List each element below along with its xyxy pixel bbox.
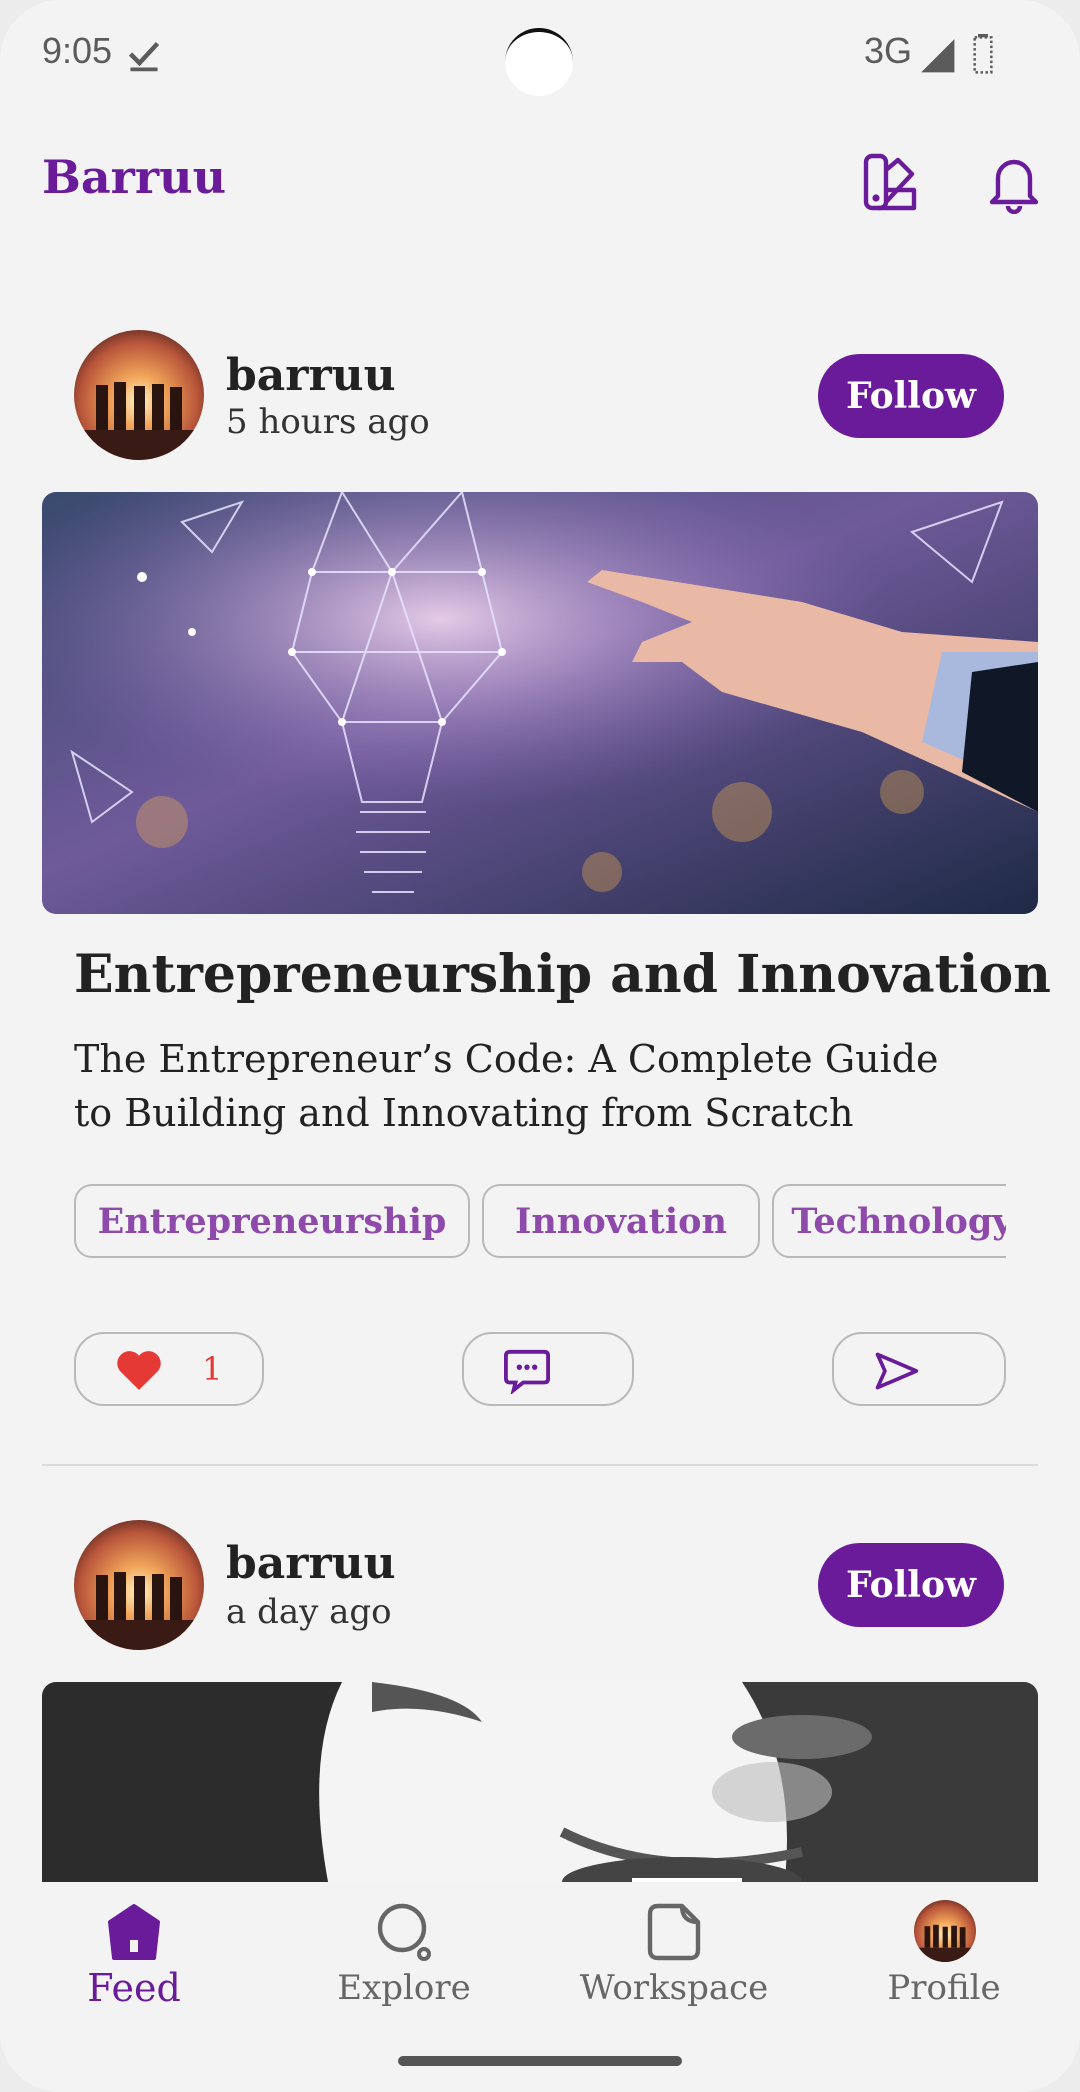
nav-label: Explore <box>337 1968 471 2008</box>
battery-icon <box>973 34 993 74</box>
post-cover-image[interactable] <box>42 492 1038 914</box>
home-icon <box>108 1904 160 1960</box>
post-cover-image[interactable] <box>42 1682 1038 1902</box>
nav-label: Profile <box>887 1968 1001 2008</box>
nav-explore[interactable]: Explore <box>294 1882 514 2032</box>
palette-icon[interactable] <box>858 150 922 214</box>
nav-profile[interactable]: Profile <box>834 1882 1054 2032</box>
document-icon <box>647 1903 701 1961</box>
search-icon <box>377 1903 431 1961</box>
app-title: Barruu <box>42 150 227 204</box>
heart-icon <box>117 1351 161 1390</box>
post-subtitle: The Entrepreneur’s Code: A Complete Guid… <box>74 1037 939 1135</box>
avatar-image <box>74 1520 204 1650</box>
status-bar: 9:05 3G <box>0 0 1080 110</box>
nav-workspace[interactable]: Workspace <box>564 1882 784 2032</box>
network-type: 3G <box>864 30 913 71</box>
author-avatar[interactable] <box>74 1520 204 1650</box>
post-timestamp: 5 hours ago <box>226 402 430 442</box>
nav-feed[interactable]: Feed <box>24 1882 244 2032</box>
app-screen: 9:05 3G Barruu barruu 5 hours ago Follow… <box>0 0 1080 2092</box>
post-title[interactable]: Entrepreneurship and Innovation <box>74 944 1051 1005</box>
bell-icon[interactable] <box>982 150 1046 214</box>
tag-chip[interactable]: Innovation <box>482 1184 760 1258</box>
nav-label: Workspace <box>579 1968 769 2008</box>
follow-button[interactable]: Follow <box>818 1543 1004 1627</box>
avatar-image <box>74 330 204 460</box>
share-button[interactable] <box>832 1332 1006 1406</box>
author-avatar[interactable] <box>74 330 204 460</box>
author-name[interactable]: barruu <box>226 1538 396 1589</box>
author-name[interactable]: barruu <box>226 350 396 401</box>
home-indicator[interactable] <box>398 2056 682 2066</box>
post-divider <box>42 1464 1038 1466</box>
tag-chip[interactable]: Technology <box>772 1184 1006 1258</box>
like-button[interactable]: 1 <box>74 1332 264 1406</box>
comment-icon <box>504 1349 550 1394</box>
nav-label: Feed <box>87 1966 181 2010</box>
check-icon <box>128 41 160 72</box>
follow-button[interactable]: Follow <box>818 354 1004 438</box>
signal-icon <box>921 39 955 73</box>
tag-chip[interactable]: Entrepreneurship <box>74 1184 470 1258</box>
lightbulb-network-image <box>42 492 1038 914</box>
comment-button[interactable] <box>462 1332 634 1406</box>
status-time: 9:05 <box>42 30 113 71</box>
tag-list: Entrepreneurship Innovation Technology <box>74 1184 1006 1264</box>
post-timestamp: a day ago <box>226 1592 392 1632</box>
avatar <box>914 1900 976 1962</box>
like-count: 1 <box>202 1350 223 1388</box>
portrait-photo <box>42 1682 1038 1902</box>
send-icon <box>875 1352 919 1390</box>
camera-cutout <box>505 28 573 96</box>
